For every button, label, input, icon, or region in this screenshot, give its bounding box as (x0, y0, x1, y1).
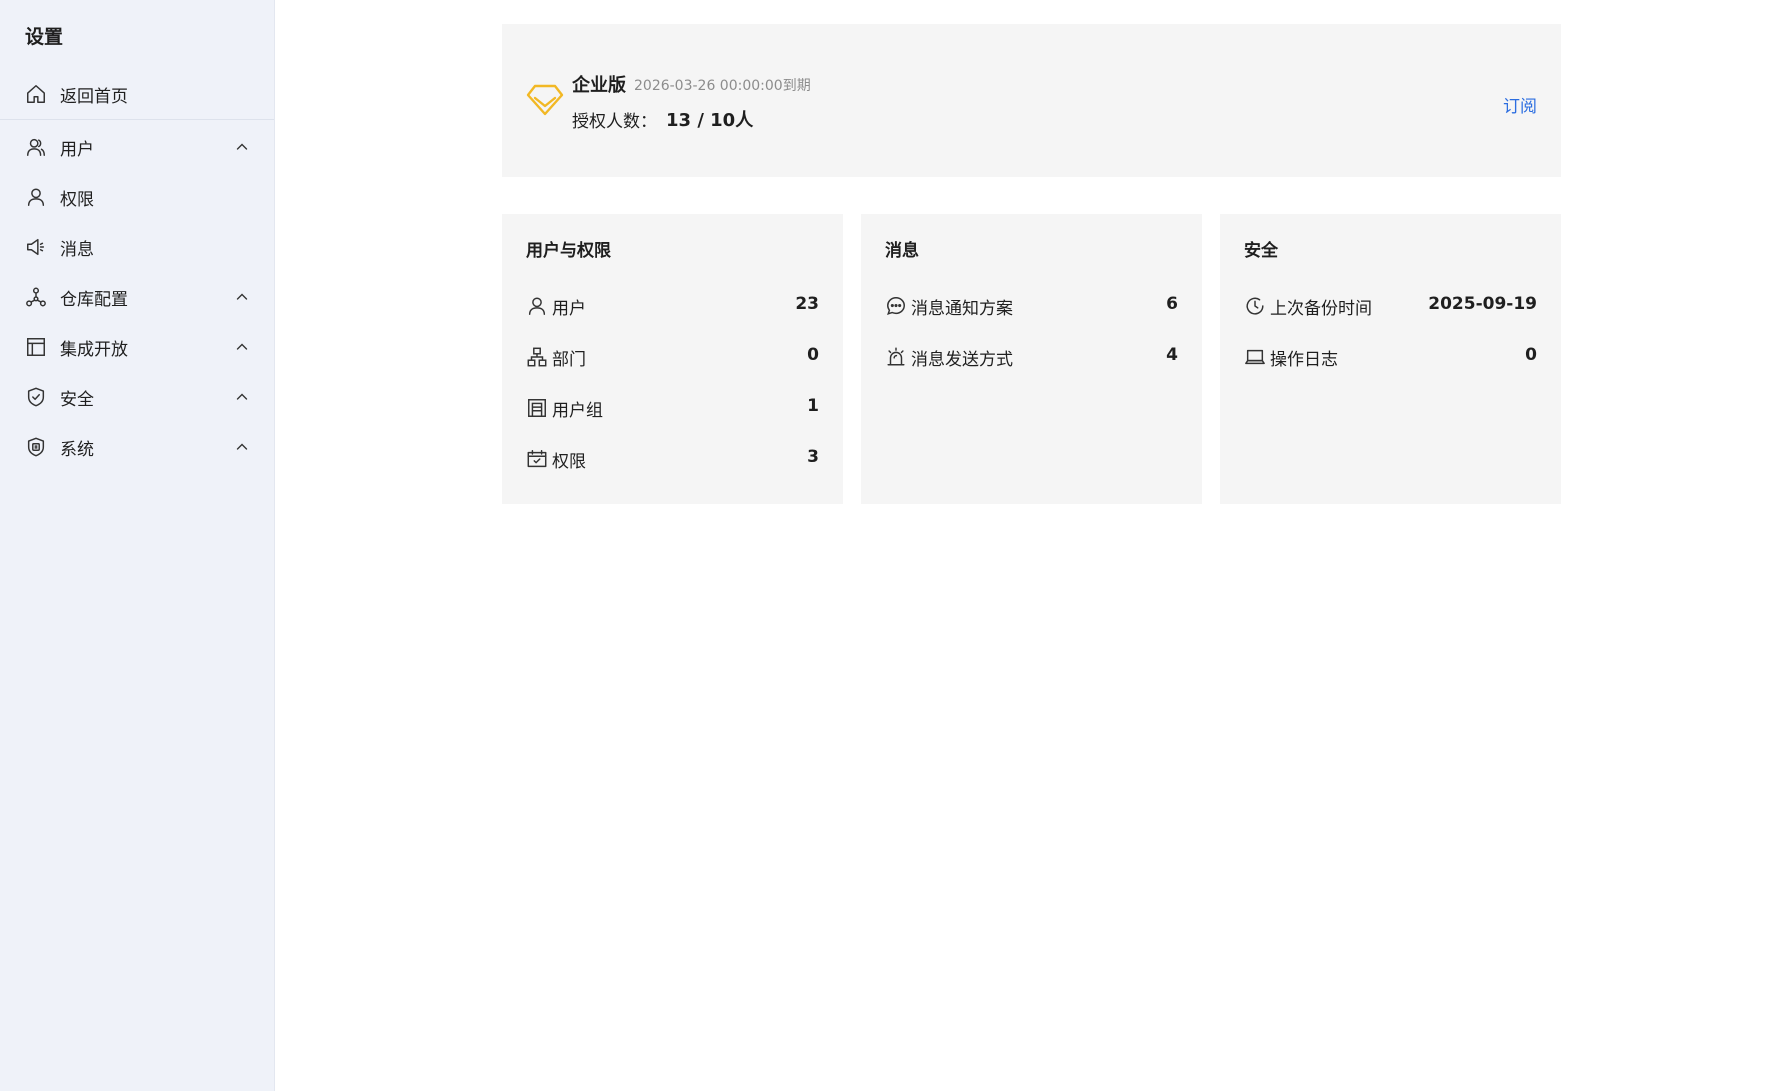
stat-value: 0 (1525, 345, 1537, 365)
stat-label: 消息发送方式 (911, 350, 1013, 370)
stat-label: 用户 (552, 299, 586, 319)
home-icon (25, 83, 47, 105)
stat-label: 权限 (552, 452, 586, 472)
sidebar-item-label: 安全 (60, 389, 94, 410)
stat-value: 1 (807, 396, 819, 416)
sidebar-item-permissions[interactable]: 权限 (0, 172, 274, 222)
chevron-up-icon[interactable] (234, 339, 250, 355)
security-card: 安全 上次备份时间 2025-09-19 操作日志 0 (1220, 214, 1561, 504)
card-title: 消息 (885, 241, 919, 261)
card-title: 用户与权限 (526, 241, 611, 261)
stat-row-operation-logs[interactable]: 操作日志 0 (1244, 342, 1537, 372)
sidebar-item-integration[interactable]: 集成开放 (0, 322, 274, 372)
sidebar-divider (0, 119, 274, 120)
expiry-date: 2026-03-26 00:00:00到期 (634, 78, 811, 94)
stat-row-permissions[interactable]: 权限 3 (526, 444, 819, 474)
stat-value: 2025-09-19 (1428, 294, 1537, 314)
users-permissions-card: 用户与权限 用户 23 部门 0 用户组 1 权限 3 (502, 214, 843, 504)
diamond-icon (526, 80, 564, 118)
sidebar-title: 设置 (25, 26, 64, 48)
calendar-check-icon (526, 448, 548, 470)
sidebar-item-repository[interactable]: 仓库配置 (0, 272, 274, 322)
license-card: 企业版 2026-03-26 00:00:00到期 授权人数： 13 / 10人… (502, 24, 1561, 177)
stat-value: 0 (807, 345, 819, 365)
chevron-up-icon[interactable] (234, 439, 250, 455)
stat-value: 6 (1166, 294, 1178, 314)
shield-check-icon (25, 386, 47, 408)
sidebar-item-label: 用户 (60, 139, 94, 160)
stat-row-departments[interactable]: 部门 0 (526, 342, 819, 372)
sidebar-item-system[interactable]: 系统 (0, 422, 274, 472)
sidebar-item-label: 权限 (60, 189, 94, 210)
user-icon (25, 186, 47, 208)
stat-label: 用户组 (552, 401, 603, 421)
stat-row-users[interactable]: 用户 23 (526, 291, 819, 321)
card-title: 安全 (1244, 241, 1278, 261)
sidebar-item-users[interactable]: 用户 (0, 122, 274, 172)
stat-label: 消息通知方案 (911, 299, 1013, 319)
chevron-up-icon[interactable] (234, 289, 250, 305)
sidebar-item-label: 系统 (60, 439, 94, 460)
stat-label: 操作日志 (1270, 350, 1338, 370)
sidebar: 设置 返回首页 用户 权限 消息 仓库配置 集成开放 安全 系统 (0, 0, 275, 1091)
sidebar-item-label: 消息 (60, 239, 94, 260)
sidebar-item-messages[interactable]: 消息 (0, 222, 274, 272)
sidebar-item-home[interactable]: 返回首页 (0, 69, 274, 119)
layout-icon (25, 336, 47, 358)
stat-row-notification-schemes[interactable]: 消息通知方案 6 (885, 291, 1178, 321)
chevron-up-icon[interactable] (234, 139, 250, 155)
user-icon (526, 295, 548, 317)
stat-label: 部门 (552, 350, 586, 370)
org-chart-icon (526, 346, 548, 368)
stat-value: 3 (807, 447, 819, 467)
chevron-up-icon[interactable] (234, 389, 250, 405)
stat-row-last-backup[interactable]: 上次备份时间 2025-09-19 (1244, 291, 1537, 321)
sidebar-item-security[interactable]: 安全 (0, 372, 274, 422)
users-icon (25, 136, 47, 158)
system-badge-icon (25, 436, 47, 458)
seats-label: 授权人数： (572, 112, 657, 132)
edition-name: 企业版 (572, 75, 626, 96)
building-icon (526, 397, 548, 419)
alarm-icon (885, 346, 907, 368)
stat-row-send-methods[interactable]: 消息发送方式 4 (885, 342, 1178, 372)
sidebar-item-label: 仓库配置 (60, 289, 128, 310)
stat-value: 4 (1166, 345, 1178, 365)
messages-card: 消息 消息通知方案 6 消息发送方式 4 (861, 214, 1202, 504)
stat-value: 23 (795, 294, 819, 314)
subscribe-link[interactable]: 订阅 (1503, 92, 1537, 117)
clock-icon (1244, 295, 1266, 317)
laptop-icon (1244, 346, 1266, 368)
megaphone-icon (25, 236, 47, 258)
stat-row-user-groups[interactable]: 用户组 1 (526, 393, 819, 423)
share-nodes-icon (25, 286, 47, 308)
sidebar-item-label: 返回首页 (60, 86, 128, 107)
chat-bubble-icon (885, 295, 907, 317)
sidebar-item-label: 集成开放 (60, 339, 128, 360)
seats-value: 13 / 10人 (666, 110, 754, 131)
stat-label: 上次备份时间 (1270, 299, 1372, 319)
